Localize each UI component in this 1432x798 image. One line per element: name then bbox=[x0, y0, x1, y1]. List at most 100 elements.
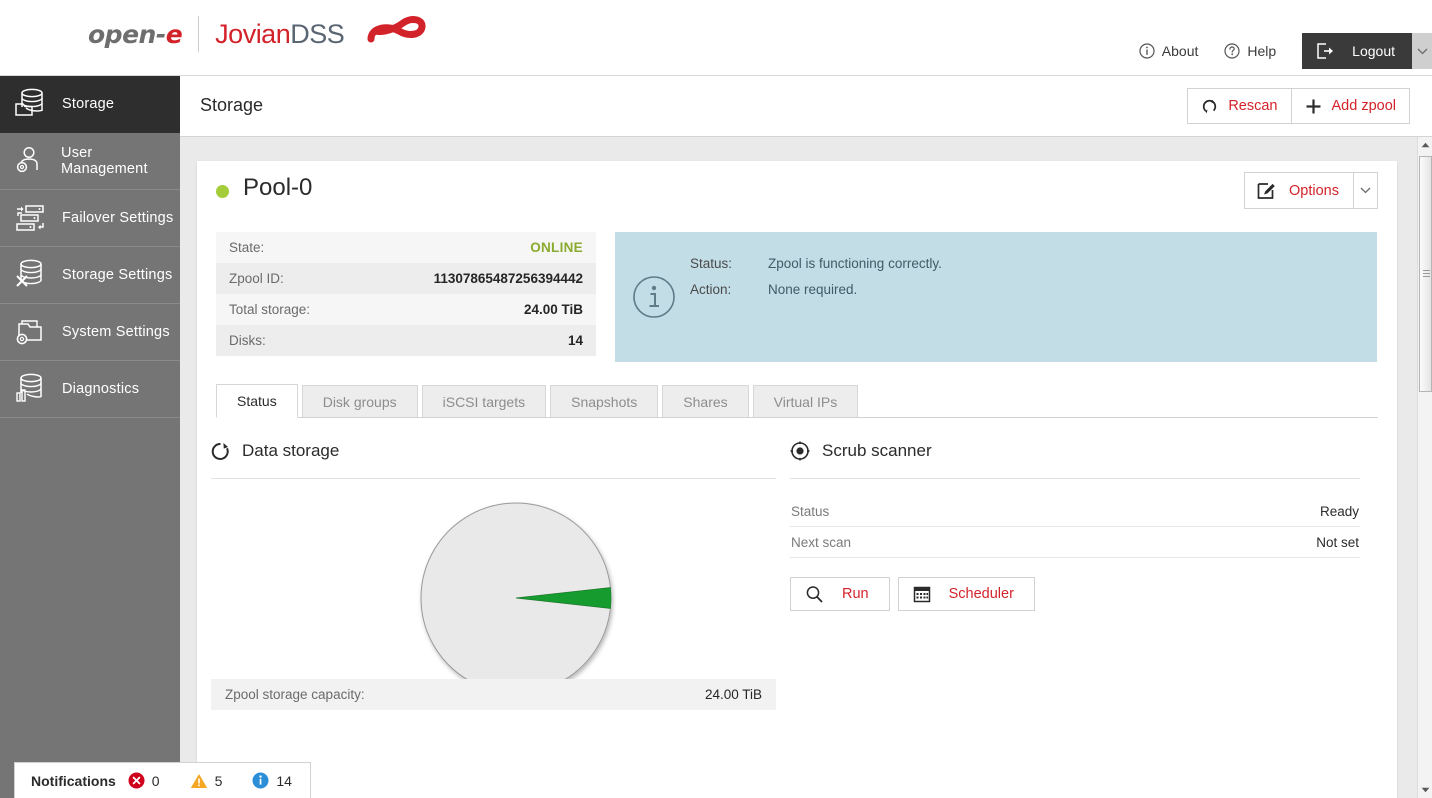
data-storage-title: Data storage bbox=[211, 436, 776, 466]
application-window: open-e JovianDSS About bbox=[0, 0, 1432, 798]
tab-disk-groups[interactable]: Disk groups bbox=[302, 385, 418, 417]
scrollbar-grip bbox=[1423, 270, 1430, 277]
logout-label: Logout bbox=[1352, 43, 1395, 59]
rescan-icon bbox=[1201, 98, 1218, 115]
logout-icon bbox=[1316, 42, 1335, 60]
logo-divider bbox=[198, 16, 199, 52]
info-value: ONLINE bbox=[530, 240, 583, 255]
plus-icon bbox=[1305, 98, 1322, 115]
add-zpool-button[interactable]: Add zpool bbox=[1291, 88, 1411, 124]
info-key: Total storage: bbox=[229, 302, 310, 317]
run-label: Run bbox=[842, 586, 869, 602]
table-row: Zpool ID: 11307865487256394442 bbox=[216, 263, 596, 294]
pool-options-control: Options bbox=[1244, 172, 1378, 209]
sidebar-item-system-settings[interactable]: System Settings bbox=[0, 304, 180, 361]
status-key: Status: bbox=[690, 251, 768, 277]
sidebar-item-label: Storage Settings bbox=[62, 267, 172, 283]
sidebar-item-label: Diagnostics bbox=[62, 381, 139, 397]
divider bbox=[790, 478, 1360, 479]
notification-warnings[interactable]: 5 bbox=[190, 773, 223, 789]
search-icon bbox=[805, 585, 824, 604]
pool-status-panel: Status: Zpool is functioning correctly. … bbox=[615, 232, 1377, 362]
info-circle-icon bbox=[632, 275, 676, 324]
scroll-up-button[interactable] bbox=[1418, 137, 1432, 153]
logout-control: Logout bbox=[1302, 33, 1432, 69]
scrollbar-thumb[interactable] bbox=[1419, 156, 1432, 392]
system-settings-icon bbox=[12, 314, 48, 350]
rescan-button[interactable]: Rescan bbox=[1187, 88, 1291, 124]
scheduler-button[interactable]: Scheduler bbox=[898, 577, 1035, 611]
divider bbox=[211, 478, 776, 479]
options-label: Options bbox=[1289, 183, 1339, 199]
tab-shares[interactable]: Shares bbox=[662, 385, 748, 417]
info-icon bbox=[252, 772, 269, 789]
run-scrub-button[interactable]: Run bbox=[790, 577, 890, 611]
sidebar-item-storage[interactable]: Storage bbox=[0, 76, 180, 133]
scroll-down-button[interactable] bbox=[1418, 782, 1432, 798]
table-row: Next scan Not set bbox=[790, 527, 1360, 558]
scrub-target-icon bbox=[790, 441, 810, 461]
scrub-scanner-panel: Scrub scanner Status Ready Next scan Not… bbox=[790, 436, 1360, 611]
capacity-key: Zpool storage capacity: bbox=[225, 687, 365, 702]
sidebar-item-diagnostics[interactable]: Diagnostics bbox=[0, 361, 180, 418]
tab-virtual-ips[interactable]: Virtual IPs bbox=[753, 385, 859, 417]
error-count: 0 bbox=[152, 773, 160, 789]
options-button[interactable]: Options bbox=[1244, 172, 1354, 209]
edit-pencil-icon bbox=[1257, 181, 1276, 200]
pool-name: Pool-0 bbox=[243, 174, 312, 202]
scrub-status-key: Status bbox=[791, 504, 829, 519]
info-value: 14 bbox=[568, 333, 583, 348]
chevron-down-icon bbox=[1360, 187, 1371, 194]
error-icon bbox=[128, 772, 145, 789]
scheduler-label: Scheduler bbox=[949, 586, 1014, 602]
refresh-circle-icon bbox=[211, 442, 230, 461]
sidebar-item-label: Failover Settings bbox=[62, 210, 173, 226]
pool-status-indicator bbox=[216, 185, 229, 198]
capacity-value: 24.00 TiB bbox=[705, 687, 762, 702]
pool-header: Pool-0 Options bbox=[197, 161, 1397, 219]
notifications-bar[interactable]: Notifications 0 5 14 bbox=[14, 762, 311, 798]
tab-iscsi-targets[interactable]: iSCSI targets bbox=[422, 385, 546, 417]
next-scan-value: Not set bbox=[1316, 535, 1359, 550]
action-value: None required. bbox=[768, 277, 857, 303]
logout-button[interactable]: Logout bbox=[1302, 33, 1412, 69]
add-zpool-label: Add zpool bbox=[1332, 98, 1397, 114]
about-link[interactable]: About bbox=[1139, 43, 1199, 59]
scrub-actions: Run bbox=[790, 577, 1360, 611]
notification-errors[interactable]: 0 bbox=[128, 772, 160, 789]
data-storage-panel: Data storage bbox=[211, 436, 776, 713]
brand-logo: open-e JovianDSS bbox=[88, 8, 344, 60]
table-row: Disks: 14 bbox=[216, 325, 596, 356]
status-value: Zpool is functioning correctly. bbox=[768, 251, 942, 277]
sidebar-item-label: User Management bbox=[61, 145, 180, 177]
logout-dropdown-toggle[interactable] bbox=[1412, 33, 1432, 69]
table-row: Total storage: 24.00 TiB bbox=[216, 294, 596, 325]
options-dropdown-toggle[interactable] bbox=[1354, 172, 1378, 209]
info-key: Zpool ID: bbox=[229, 271, 284, 286]
sidebar-item-user-management[interactable]: User Management bbox=[0, 133, 180, 190]
sidebar-item-storage-settings[interactable]: Storage Settings bbox=[0, 247, 180, 304]
sidebar-item-failover-settings[interactable]: Failover Settings bbox=[0, 190, 180, 247]
warning-icon bbox=[190, 773, 208, 789]
sidebar-item-label: Storage bbox=[62, 96, 114, 112]
pool-tabs: Status Disk groups iSCSI targets Snapsho… bbox=[216, 386, 1378, 418]
help-link[interactable]: Help bbox=[1224, 43, 1276, 59]
table-row: Status Ready bbox=[790, 496, 1360, 527]
tab-snapshots[interactable]: Snapshots bbox=[550, 385, 658, 417]
vertical-scrollbar[interactable] bbox=[1417, 137, 1432, 798]
notification-info[interactable]: 14 bbox=[252, 772, 292, 789]
next-scan-key: Next scan bbox=[791, 535, 851, 550]
tab-status[interactable]: Status bbox=[216, 384, 298, 418]
caret-down-icon bbox=[1421, 787, 1430, 793]
scrub-status-table: Status Ready Next scan Not set bbox=[790, 496, 1360, 558]
logo-open-e: open-e bbox=[88, 20, 182, 49]
pool-info-table: State: ONLINE Zpool ID: 1130786548725639… bbox=[216, 232, 596, 356]
top-bar: open-e JovianDSS About bbox=[0, 0, 1432, 76]
info-key: Disks: bbox=[229, 333, 266, 348]
status-row: Status: Zpool is functioning correctly. bbox=[690, 251, 942, 277]
notifications-label: Notifications bbox=[31, 773, 116, 789]
info-count: 14 bbox=[276, 773, 292, 789]
panel-title-label: Scrub scanner bbox=[822, 441, 932, 461]
zpool-capacity-row: Zpool storage capacity: 24.00 TiB bbox=[211, 679, 776, 710]
user-management-icon bbox=[12, 143, 47, 179]
